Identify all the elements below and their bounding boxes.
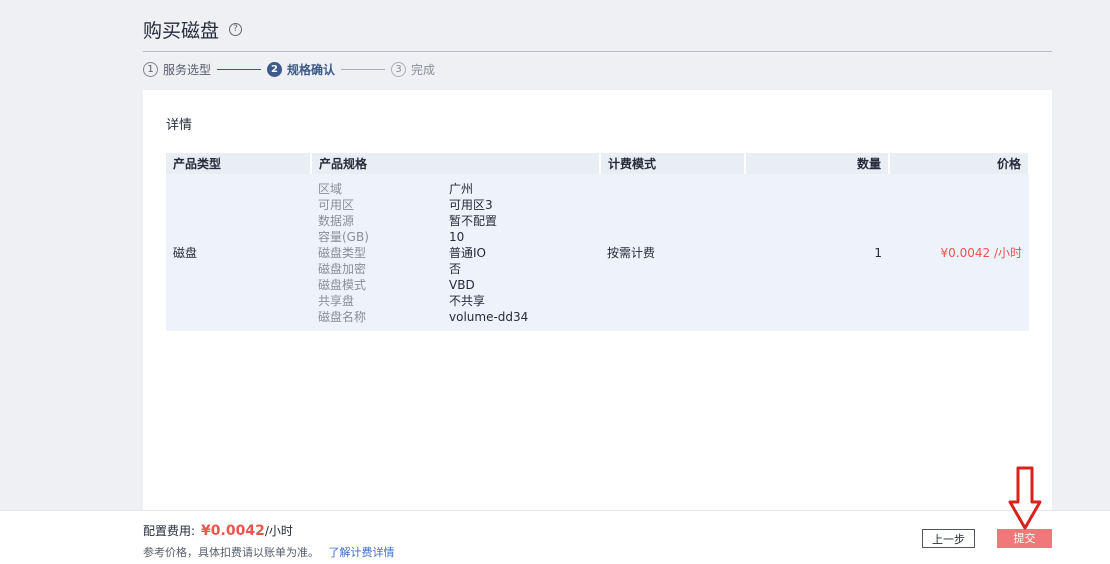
- spec-value-data-source: 暂不配置: [449, 213, 498, 228]
- title-divider: [143, 51, 1052, 52]
- spec-key-disk-type: 磁盘类型: [318, 245, 367, 260]
- config-fee: 配置费用: ¥0.0042 /小时: [143, 522, 293, 539]
- column-header-product-spec: 产品规格: [311, 153, 601, 174]
- arrow-down-icon: [1008, 466, 1042, 530]
- spec-value-encryption: 否: [449, 261, 462, 276]
- spec-key-disk-mode: 磁盘模式: [318, 277, 367, 292]
- step-1-label: 服务选型: [163, 62, 212, 77]
- spec-key-zone: 可用区: [318, 197, 355, 212]
- submit-button[interactable]: 提交: [997, 529, 1052, 548]
- cell-billing-mode: 按需计费: [600, 174, 745, 331]
- column-header-billing: 计费模式: [600, 153, 746, 174]
- spec-value-capacity: 10: [449, 229, 465, 244]
- step-2: 2 规格确认: [267, 61, 335, 78]
- step-indicator: 1 服务选型 2 规格确认 3 完成: [143, 61, 435, 77]
- spec-key-capacity: 容量(GB): [318, 229, 369, 244]
- step-connector: [217, 68, 262, 70]
- spec-list: 区域 广州 可用区 可用区3 数据源 暂不配置 容量(GB) 10 磁盘类型 普…: [318, 181, 593, 325]
- cell-product-spec: 区域 广州 可用区 可用区3 数据源 暂不配置 容量(GB) 10 磁盘类型 普…: [311, 174, 600, 331]
- step-3-number: 3: [391, 61, 407, 77]
- footer-bar: 配置费用: ¥0.0042 /小时 参考价格，具体扣费请以账单为准。 了解计费详…: [0, 510, 1110, 564]
- step-3: 3 完成: [391, 61, 435, 78]
- spec-value-region: 广州: [449, 181, 474, 196]
- spec-value-shared: 不共享: [449, 293, 486, 308]
- table-header-row: 产品类型 产品规格 计费模式 数量 价格: [166, 153, 1030, 174]
- previous-button[interactable]: 上一步: [922, 529, 975, 548]
- billing-details-link[interactable]: 了解计费详情: [329, 546, 395, 559]
- page-title: 购买磁盘 ?: [143, 16, 243, 43]
- column-header-product-type: 产品类型: [166, 153, 312, 174]
- spec-key-shared: 共享盘: [318, 293, 355, 308]
- step-1-number: 1: [143, 61, 158, 77]
- column-header-price: 价格: [889, 153, 1030, 174]
- cell-product-type: 磁盘: [166, 174, 311, 331]
- step-connector: [341, 68, 386, 70]
- step-3-label: 完成: [411, 62, 436, 77]
- fee-note: 参考价格，具体扣费请以账单为准。 了解计费详情: [143, 544, 395, 560]
- spec-key-region: 区域: [318, 181, 343, 196]
- fee-unit: /小时: [264, 524, 293, 538]
- spec-value-zone: 可用区3: [449, 197, 493, 212]
- details-card: 详情 产品类型 产品规格 计费模式 数量 价格 磁盘 区域 广州 可用区 可用区…: [143, 90, 1052, 510]
- step-2-number: 2: [267, 61, 283, 77]
- spec-value-disk-name: volume-dd34: [449, 309, 529, 324]
- table-row: 磁盘 区域 广州 可用区 可用区3 数据源 暂不配置 容量(GB) 10 磁盘类…: [166, 174, 1029, 331]
- step-2-label: 规格确认: [287, 62, 336, 77]
- step-1: 1 服务选型: [143, 61, 211, 78]
- fee-amount: ¥0.0042: [201, 523, 265, 539]
- page-title-text: 购买磁盘: [143, 20, 220, 42]
- fee-note-text: 参考价格，具体扣费请以账单为准。: [143, 546, 319, 559]
- cell-price: ¥0.0042 /小时: [889, 174, 1029, 331]
- cell-quantity: 1: [745, 174, 889, 331]
- spec-value-disk-type: 普通IO: [449, 245, 486, 260]
- fee-label: 配置费用:: [143, 524, 196, 538]
- column-header-quantity: 数量: [745, 153, 890, 174]
- spec-value-disk-mode: VBD: [449, 277, 475, 292]
- spec-key-disk-name: 磁盘名称: [318, 309, 367, 324]
- help-icon[interactable]: ?: [229, 23, 243, 36]
- spec-key-data-source: 数据源: [318, 213, 355, 228]
- details-table: 产品类型 产品规格 计费模式 数量 价格 磁盘 区域 广州 可用区 可用区3 数…: [166, 153, 1030, 331]
- spec-key-encryption: 磁盘加密: [318, 261, 367, 276]
- details-title: 详情: [166, 118, 193, 133]
